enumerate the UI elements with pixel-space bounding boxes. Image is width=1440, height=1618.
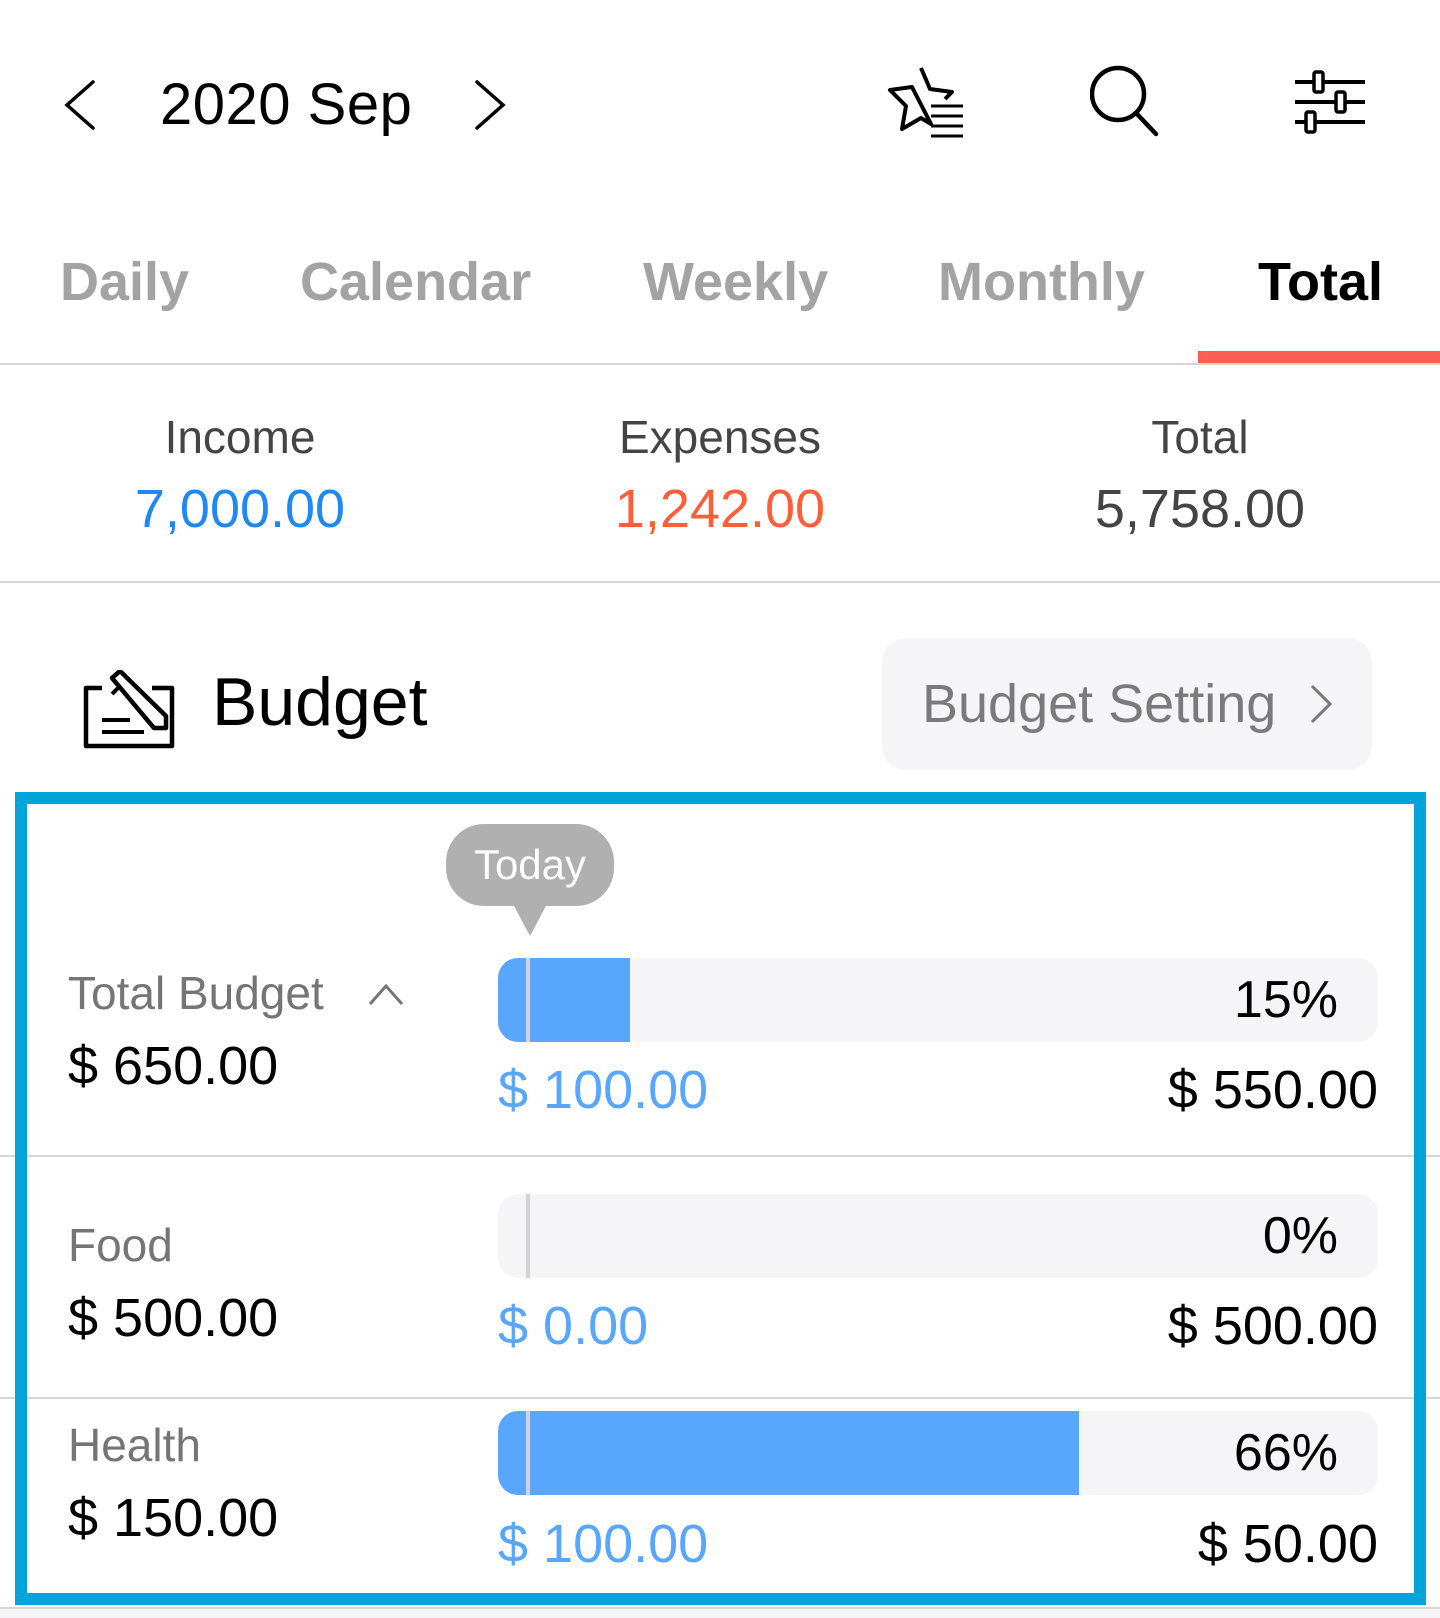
budget-title: Budget (212, 664, 428, 740)
income-summary: Income 7,000.00 (60, 410, 420, 542)
budget-percent: 15% (1233, 971, 1338, 1029)
budget-percent: 0% (1262, 1207, 1338, 1265)
budget-row-amount: $ 650.00 (68, 1036, 279, 1096)
budget-percent: 66% (1233, 1424, 1338, 1482)
today-line (526, 1411, 530, 1495)
today-marker-tooltip: Today (446, 824, 614, 936)
budget-spent: $ 100.00 (498, 1514, 709, 1574)
budget-row-label: Food (68, 1219, 173, 1271)
expenses-value: 1,242.00 (614, 479, 826, 539)
bottom-divider (0, 1607, 1440, 1618)
top-bar: 2020 Sep (0, 0, 1440, 210)
chevron-up-icon[interactable] (366, 978, 406, 1008)
budget-spent: $ 100.00 (498, 1060, 709, 1120)
income-value: 7,000.00 (134, 479, 346, 539)
budget-remaining: $ 50.00 (1197, 1514, 1378, 1574)
active-tab-indicator (1198, 351, 1440, 363)
budget-progress-bar: 15% (498, 958, 1378, 1042)
budget-row-amount: $ 150.00 (68, 1488, 279, 1548)
budget-progress-bar: 66% (498, 1411, 1378, 1495)
budget-progress-fill (498, 1411, 1079, 1495)
row-divider (0, 1397, 1440, 1399)
total-summary: Total 5,758.00 (1020, 410, 1380, 542)
filter-sliders-icon[interactable] (1290, 62, 1380, 152)
today-label: Today (473, 841, 587, 888)
today-line (526, 958, 530, 1042)
tooltip-pointer (513, 904, 547, 936)
chevron-right-icon (1310, 684, 1333, 724)
budget-remaining: $ 550.00 (1167, 1060, 1378, 1120)
budget-progress-bar: 0% (498, 1194, 1378, 1278)
budget-spent: $ 0.00 (498, 1296, 649, 1356)
budget-setting-label: Budget Setting (922, 674, 1277, 734)
tab-daily[interactable]: Daily (60, 250, 189, 314)
budget-setting-button[interactable]: Budget Setting (882, 638, 1372, 770)
income-label: Income (164, 411, 316, 463)
budget-header: Budget Budget Setting (0, 620, 1440, 770)
total-label: Total (1151, 411, 1249, 463)
tab-calendar[interactable]: Calendar (300, 250, 531, 314)
chevron-left-icon[interactable] (55, 70, 105, 140)
budget-row-label: Health (68, 1419, 201, 1471)
budget-progress-fill (498, 958, 630, 1042)
search-icon[interactable] (1089, 62, 1180, 152)
expenses-label: Expenses (618, 411, 821, 463)
month-title: 2020 Sep (160, 72, 413, 137)
view-tabs: Daily Calendar Weekly Monthly Total (0, 230, 1440, 365)
summary-bar: Income 7,000.00 Expenses 1,242.00 Total … (0, 365, 1440, 583)
budget-pencil-icon (82, 668, 182, 750)
tab-monthly[interactable]: Monthly (938, 250, 1145, 314)
budget-row-label: Total Budget (68, 967, 324, 1019)
tab-total[interactable]: Total (1258, 250, 1383, 314)
total-value: 5,758.00 (1094, 479, 1306, 539)
row-divider (0, 1155, 1440, 1157)
budget-remaining: $ 500.00 (1167, 1296, 1378, 1356)
expenses-summary: Expenses 1,242.00 (540, 410, 900, 542)
bookmark-star-list-icon[interactable] (885, 62, 975, 152)
tab-weekly[interactable]: Weekly (643, 250, 828, 314)
budget-row-amount: $ 500.00 (68, 1288, 279, 1348)
today-line (526, 1194, 530, 1278)
chevron-right-icon[interactable] (465, 70, 515, 140)
